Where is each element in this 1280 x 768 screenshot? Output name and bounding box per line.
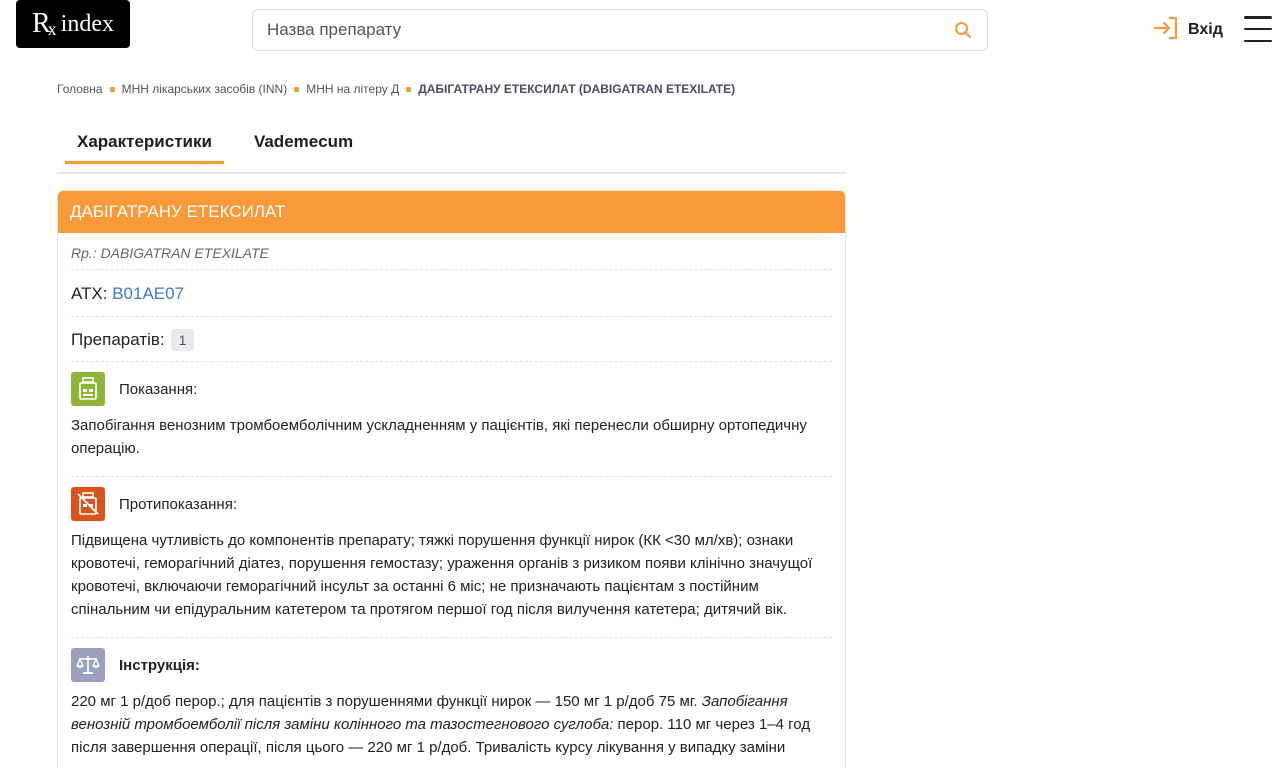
instructions-text: 220 мг 1 р/доб перор.; для пацієнтів з п… [71, 690, 832, 759]
logo-text: index [60, 10, 114, 37]
card-title: ДАБІГАТРАНУ ЕТЕКСИЛАТ [58, 191, 845, 233]
atc-code-link[interactable]: B01AE07 [112, 284, 184, 303]
indications-section: Показання: Запобігання венозним тромбоем… [71, 362, 832, 477]
breadcrumb: Головна МНН лікарських засобів (INN) МНН… [57, 82, 735, 96]
instructions-title: Інструкція: [119, 656, 200, 674]
drug-card: ДАБІГАТРАНУ ЕТЕКСИЛАТ Rp.: DABIGATRAN ET… [57, 190, 846, 768]
drug-count-label: Препаратів: [71, 330, 165, 349]
drug-count-badge[interactable]: 1 [170, 329, 195, 351]
hamburger-menu-icon[interactable] [1244, 16, 1272, 42]
search-input[interactable] [267, 20, 953, 40]
contraindications-section: Протипоказання: Підвищена чутливість до … [71, 477, 832, 638]
pill-bottle-icon [71, 372, 105, 406]
contraindications-text: Підвищена чутливість до компонентів преп… [71, 532, 813, 618]
scales-icon [71, 648, 105, 682]
crossed-pill-bottle-icon [71, 487, 105, 521]
atc-row: АТХ: B01AE07 [71, 270, 832, 317]
search-icon[interactable] [953, 20, 973, 40]
login-button[interactable]: Вхід [1152, 16, 1223, 44]
login-label: Вхід [1188, 21, 1223, 38]
atc-label: АТХ: [71, 284, 108, 303]
tab-characteristics[interactable]: Характеристики [57, 122, 224, 164]
login-icon [1152, 15, 1180, 46]
tab-bar: Характеристики Vademecum [57, 122, 846, 174]
search-box [252, 9, 988, 51]
breadcrumb-separator [406, 86, 412, 92]
instructions-text-part-1: 220 мг 1 р/доб перор.; для пацієнтів з п… [71, 693, 702, 710]
breadcrumb-letter[interactable]: МНН на літеру Д [306, 82, 399, 96]
header: Rx index Вхід [0, 0, 1280, 60]
drug-count-row: Препаратів: 1 [71, 317, 832, 362]
breadcrumb-separator [294, 86, 300, 92]
breadcrumb-inn[interactable]: МНН лікарських засобів (INN) [122, 82, 288, 96]
indications-text: Запобігання венозним тромбоемболічним ус… [71, 417, 807, 457]
breadcrumb-home[interactable]: Головна [57, 82, 103, 96]
breadcrumb-separator [109, 86, 115, 92]
contraindications-title: Протипоказання: [119, 495, 237, 513]
latin-name: Rp.: DABIGATRAN ETEXILATE [71, 233, 832, 270]
indications-title: Показання: [119, 380, 198, 398]
breadcrumb-current: ДАБІГАТРАНУ ЕТЕКСИЛАТ (DABIGATRAN ETEXIL… [418, 82, 736, 96]
tab-vademecum[interactable]: Vademecum [242, 122, 365, 164]
instructions-section: Інструкція: 220 мг 1 р/доб перор.; для п… [71, 638, 832, 768]
rx-index-logo[interactable]: Rx index [16, 0, 130, 48]
